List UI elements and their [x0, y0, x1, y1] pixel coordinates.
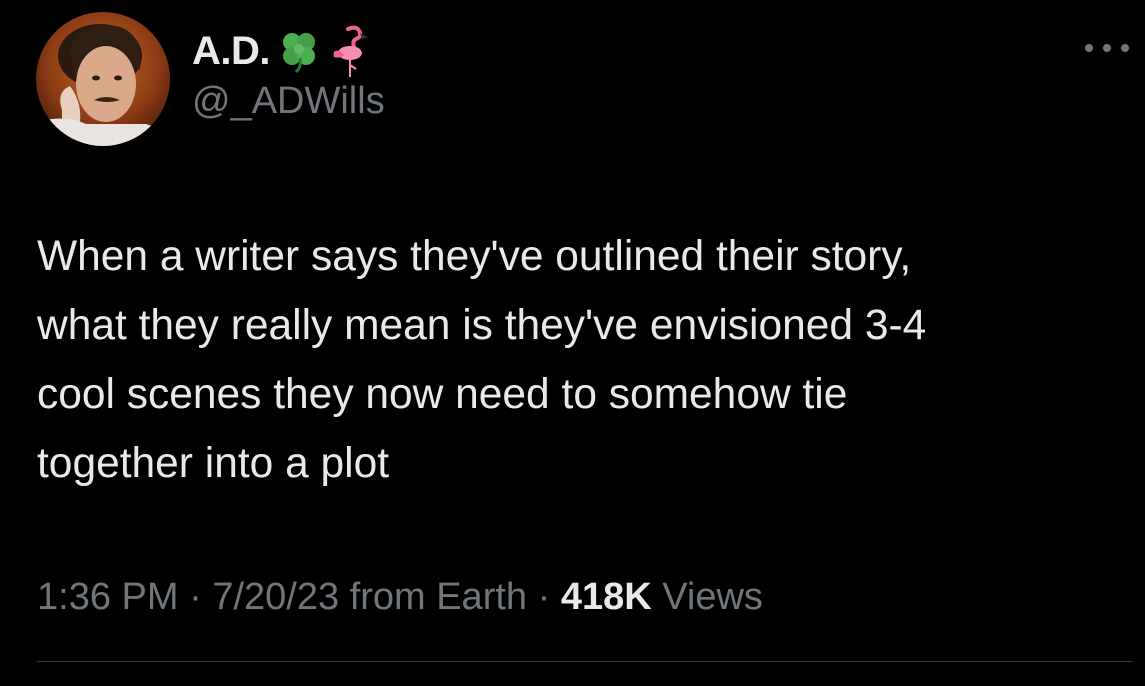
- more-dot-icon: [1103, 44, 1111, 52]
- views-count[interactable]: 418K: [561, 576, 652, 618]
- flamingo-icon: [328, 23, 372, 79]
- four-leaf-clover-icon: [276, 28, 322, 74]
- display-name[interactable]: A.D.: [192, 29, 271, 74]
- more-options-button[interactable]: [1085, 38, 1129, 58]
- avatar[interactable]: [36, 12, 170, 146]
- tweet-text: When a writer says they've outlined thei…: [37, 233, 927, 487]
- divider: [37, 661, 1133, 662]
- tweet-meta: 1:36 PM · 7/20/23 from Earth · 418K View…: [37, 576, 763, 619]
- author-handle[interactable]: @_ADWills: [192, 80, 385, 123]
- tweet-date-source[interactable]: 7/20/23 from Earth: [212, 576, 527, 618]
- more-dot-icon: [1085, 44, 1093, 52]
- avatar-image: [36, 12, 170, 146]
- views-label: Views: [651, 576, 763, 618]
- meta-separator: ·: [178, 576, 213, 618]
- author-name-row[interactable]: A.D.: [192, 23, 372, 79]
- meta-separator: ·: [527, 576, 561, 618]
- tweet-time[interactable]: 1:36 PM: [37, 576, 179, 618]
- more-dot-icon: [1121, 44, 1129, 52]
